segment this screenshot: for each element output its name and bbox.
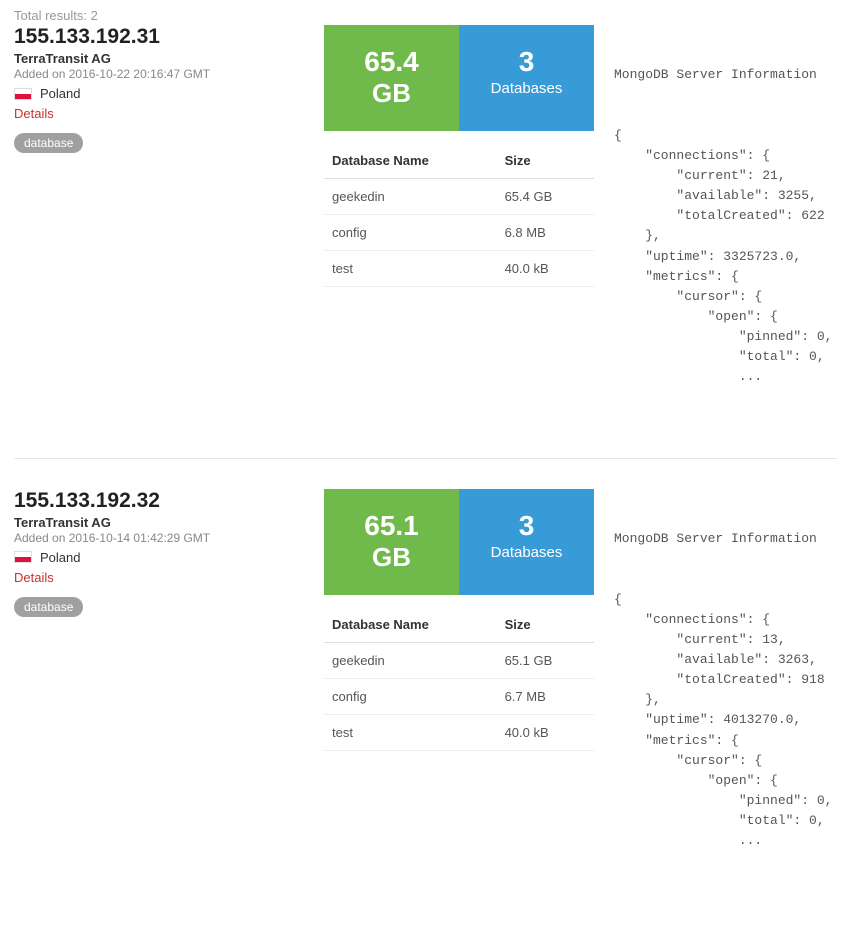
tag-database[interactable]: database xyxy=(14,133,83,153)
total-results-label: Total results: 2 xyxy=(14,8,837,23)
db-size-cell: 40.0 kB xyxy=(497,714,594,750)
added-timestamp: Added on 2016-10-14 01:42:29 GMT xyxy=(14,531,304,545)
country-label: Poland xyxy=(40,86,80,101)
stat-size: 65.1 GB xyxy=(324,489,459,595)
result-row: 155.133.192.31 TerraTransit AG Added on … xyxy=(14,25,837,459)
ip-address[interactable]: 155.133.192.32 xyxy=(14,489,304,513)
stat-databases: 3 Databases xyxy=(459,25,594,131)
database-table: Database Name Size geekedin65.1 GBconfig… xyxy=(324,607,594,751)
col-header-size: Size xyxy=(497,143,594,179)
db-name-cell: geekedin xyxy=(324,178,497,214)
added-timestamp: Added on 2016-10-22 20:16:47 GMT xyxy=(14,67,304,81)
db-name-cell: test xyxy=(324,714,497,750)
stats-row: 65.1 GB 3 Databases xyxy=(324,489,594,595)
result-row: 155.133.192.32 TerraTransit AG Added on … xyxy=(14,489,837,922)
stat-size: 65.4 GB xyxy=(324,25,459,131)
table-row: config6.8 MB xyxy=(324,214,594,250)
table-row: geekedin65.1 GB xyxy=(324,642,594,678)
server-info-json: { "connections": { "current": 21, "avail… xyxy=(614,126,837,388)
stat-db-count: 3 xyxy=(467,47,586,78)
table-row: config6.7 MB xyxy=(324,678,594,714)
table-row: geekedin65.4 GB xyxy=(324,178,594,214)
stat-size-unit: GB xyxy=(332,542,451,573)
database-tbody: geekedin65.1 GBconfig6.7 MBtest40.0 kB xyxy=(324,642,594,750)
database-table: Database Name Size geekedin65.4 GBconfig… xyxy=(324,143,594,287)
db-name-cell: config xyxy=(324,678,497,714)
ip-address[interactable]: 155.133.192.31 xyxy=(14,25,304,49)
tag-database[interactable]: database xyxy=(14,597,83,617)
db-name-cell: geekedin xyxy=(324,642,497,678)
stat-db-label: Databases xyxy=(467,80,586,97)
details-link[interactable]: Details xyxy=(14,570,304,585)
db-size-cell: 65.1 GB xyxy=(497,642,594,678)
db-size-cell: 40.0 kB xyxy=(497,250,594,286)
col-header-name: Database Name xyxy=(324,607,497,643)
organization: TerraTransit AG xyxy=(14,51,304,66)
server-info-title: MongoDB Server Information xyxy=(614,529,837,549)
stat-size-unit: GB xyxy=(332,78,451,109)
stat-size-value: 65.1 xyxy=(332,511,451,542)
stat-databases: 3 Databases xyxy=(459,489,594,595)
server-info-title: MongoDB Server Information xyxy=(614,65,837,85)
table-row: test40.0 kB xyxy=(324,714,594,750)
db-name-cell: test xyxy=(324,250,497,286)
stat-size-value: 65.4 xyxy=(332,47,451,78)
stats-row: 65.4 GB 3 Databases xyxy=(324,25,594,131)
server-info-json: { "connections": { "current": 13, "avail… xyxy=(614,590,837,852)
details-link[interactable]: Details xyxy=(14,106,304,121)
country-label: Poland xyxy=(40,550,80,565)
stat-db-label: Databases xyxy=(467,544,586,561)
organization: TerraTransit AG xyxy=(14,515,304,530)
table-row: test40.0 kB xyxy=(324,250,594,286)
db-size-cell: 6.8 MB xyxy=(497,214,594,250)
db-size-cell: 6.7 MB xyxy=(497,678,594,714)
flag-icon xyxy=(14,88,32,100)
db-size-cell: 65.4 GB xyxy=(497,178,594,214)
col-header-name: Database Name xyxy=(324,143,497,179)
stat-db-count: 3 xyxy=(467,511,586,542)
db-name-cell: config xyxy=(324,214,497,250)
database-tbody: geekedin65.4 GBconfig6.8 MBtest40.0 kB xyxy=(324,178,594,286)
col-header-size: Size xyxy=(497,607,594,643)
flag-icon xyxy=(14,551,32,563)
